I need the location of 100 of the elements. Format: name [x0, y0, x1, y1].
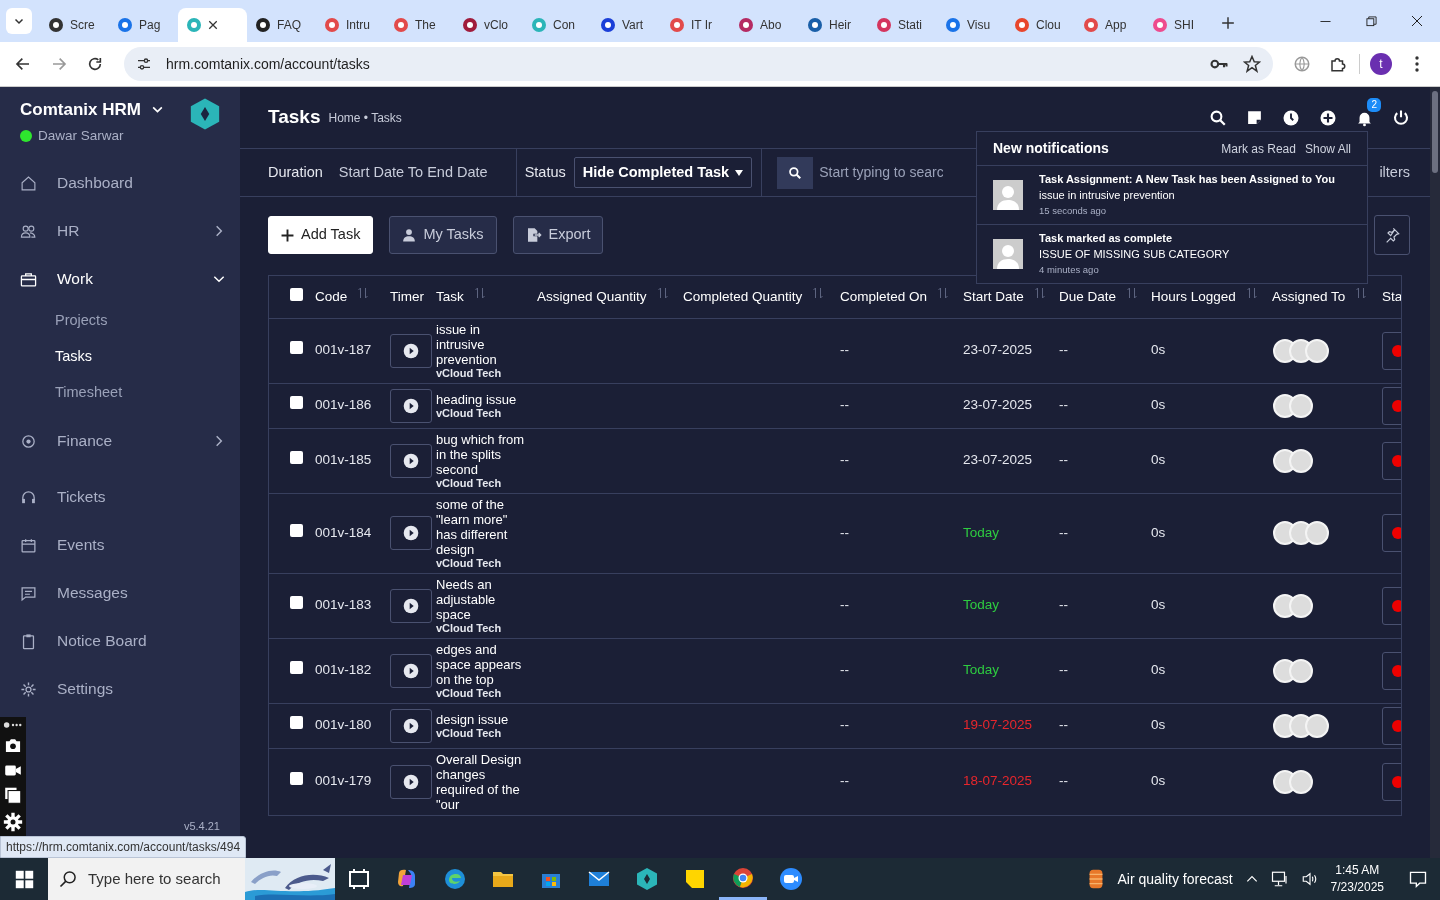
sidebar-subitem[interactable]: Projects	[0, 303, 240, 339]
windows-stack-icon[interactable]	[3, 787, 23, 804]
filters-button[interactable]: ilters	[1379, 161, 1410, 184]
power-icon[interactable]	[1392, 108, 1410, 127]
browser-tab[interactable]: SHI	[1144, 8, 1213, 42]
user-name: Dawar Sarwar	[38, 126, 124, 145]
site-info-icon[interactable]	[136, 56, 152, 72]
sidebar-item[interactable]: Dashboard	[0, 159, 240, 207]
task-code: 001v-180	[315, 717, 372, 733]
task-name[interactable]: edges and space appears on the top	[436, 641, 528, 687]
volume-icon[interactable]	[1300, 870, 1319, 888]
sticky-note-icon[interactable]	[1246, 109, 1263, 126]
timer-button[interactable]	[390, 653, 432, 688]
browser-tab[interactable]: Heir	[799, 8, 868, 42]
task-name[interactable]: bug which from in the splits second	[436, 431, 528, 477]
sidebar-subitem[interactable]: Tasks	[0, 339, 240, 375]
timer-button[interactable]	[390, 388, 432, 423]
task-name[interactable]: design issue	[436, 711, 528, 727]
row-checkbox[interactable]	[290, 716, 303, 730]
browser-tab[interactable]: Con	[523, 8, 592, 42]
status-dropdown[interactable]: Hide Completed Task	[573, 156, 753, 189]
show-all-link[interactable]: Show All	[1304, 139, 1351, 158]
task-name[interactable]: Overall Design changes required of the "our	[436, 751, 528, 812]
browser-tab[interactable]: Visu	[937, 8, 1006, 42]
task-name[interactable]: issue in intrusive prevention	[436, 321, 528, 367]
pin-button[interactable]	[1374, 215, 1410, 255]
column-header[interactable]: Completed On	[840, 288, 928, 304]
select-all-checkbox[interactable]	[290, 287, 303, 301]
browser-tab[interactable]: IT Ir	[661, 8, 730, 42]
column-header[interactable]: Start Date	[963, 288, 1024, 304]
search-button[interactable]	[777, 156, 814, 189]
timer-button[interactable]	[390, 764, 432, 799]
tab-list-button[interactable]	[6, 8, 32, 34]
row-checkbox[interactable]	[290, 772, 303, 786]
clock-icon[interactable]	[1282, 108, 1300, 127]
taskbar-search-box[interactable]: Type here to search	[48, 858, 335, 900]
column-header[interactable]: Completed Quantity	[683, 288, 803, 304]
sidebar-item[interactable]: Notice Board	[0, 617, 240, 665]
row-checkbox[interactable]	[290, 396, 303, 410]
notification-item[interactable]: Task Assignment: A New Task has been Assigned to You issue in intrusive prevention 15 seconds ago	[977, 166, 1367, 225]
taskbar-clock[interactable]: 1:45 AM 7/23/2025	[1330, 862, 1384, 896]
timer-button[interactable]	[390, 443, 432, 478]
column-header[interactable]: Code	[315, 288, 348, 304]
action-button[interactable]: Add Task	[268, 216, 374, 254]
date-range-picker[interactable]: Start Date To End Date	[338, 161, 488, 184]
browser-tab[interactable]: Intru	[316, 8, 385, 42]
address-bar[interactable]: hrm.comtanix.com/account/tasks	[124, 47, 1273, 81]
close-icon[interactable]	[208, 20, 218, 30]
camera-icon[interactable]	[3, 737, 23, 754]
more-icon[interactable]	[3, 721, 23, 729]
row-checkbox[interactable]	[290, 661, 303, 675]
task-name[interactable]: some of the "learn more" has different design	[436, 496, 528, 557]
sidebar-item[interactable]: Finance	[0, 417, 240, 465]
profile-avatar[interactable]: t	[1370, 53, 1392, 75]
browser-tab[interactable]: Vart	[592, 8, 661, 42]
mark-as-read-link[interactable]: Mark as Read	[1221, 139, 1296, 158]
browser-tab[interactable]: The	[385, 8, 454, 42]
column-header[interactable]: Assigned To	[1272, 288, 1346, 304]
settings-icon[interactable]	[3, 812, 23, 832]
windows-logo-icon	[14, 869, 34, 889]
browser-tab[interactable]: vClo	[454, 8, 523, 42]
sidebar-item[interactable]: Messages	[0, 569, 240, 617]
browser-tab[interactable]: Clou	[1006, 8, 1075, 42]
sidebar-item[interactable]: HR	[0, 207, 240, 255]
row-checkbox[interactable]	[290, 596, 303, 610]
column-header[interactable]: Assigned Quantity	[537, 288, 647, 304]
browser-tab[interactable]: Abo	[730, 8, 799, 42]
timer-button[interactable]	[390, 588, 432, 623]
notification-item[interactable]: Task marked as complete ISSUE OF MISSING SUB CATEGORY 4 minutes ago	[977, 225, 1367, 283]
column-header[interactable]: Due Date	[1059, 288, 1117, 304]
weather-widget[interactable]: Air quality forecast	[1085, 868, 1233, 890]
task-name[interactable]: Needs an adjustable space	[436, 576, 528, 622]
browser-tab[interactable]: Pag	[109, 8, 178, 42]
timer-button[interactable]	[390, 516, 432, 550]
sidebar-subitem[interactable]: Timesheet	[0, 375, 240, 411]
timer-button[interactable]	[390, 708, 432, 743]
browser-tab[interactable]: App	[1075, 8, 1144, 42]
column-header[interactable]: Timer	[390, 288, 424, 304]
row-checkbox[interactable]	[290, 523, 303, 537]
search-icon[interactable]	[1209, 108, 1227, 127]
action-button[interactable]: Export	[512, 216, 604, 254]
plus-circle-icon[interactable]	[1319, 108, 1337, 127]
network-icon[interactable]	[1270, 870, 1289, 888]
browser-tab[interactable]: Scre	[40, 8, 109, 42]
task-name[interactable]: heading issue	[436, 391, 528, 407]
timer-button[interactable]	[390, 333, 432, 368]
column-header[interactable]: Task	[436, 288, 464, 304]
scrollbar[interactable]	[1430, 87, 1440, 858]
search-field[interactable]: Type here to search	[88, 867, 236, 891]
sidebar-item[interactable]: Tickets	[0, 473, 240, 521]
sidebar-item[interactable]: Settings	[0, 665, 240, 713]
row-checkbox[interactable]	[290, 451, 303, 465]
browser-tab[interactable]: FAQ	[247, 8, 316, 42]
browser-tab[interactable]: Stati	[868, 8, 937, 42]
sidebar-item[interactable]: Events	[0, 521, 240, 569]
star-icon[interactable]	[1243, 55, 1261, 73]
row-checkbox[interactable]	[290, 341, 303, 355]
sidebar-item[interactable]: Work	[0, 255, 240, 303]
action-button[interactable]: My Tasks	[389, 216, 497, 254]
column-header[interactable]: Hours Logged	[1151, 288, 1236, 304]
